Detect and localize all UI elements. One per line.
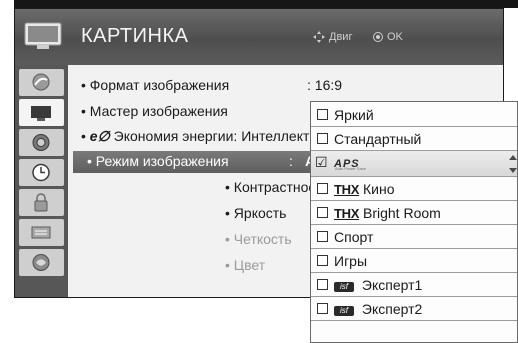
sidebar-item-options[interactable] [19,219,64,246]
top-bar [14,0,518,8]
thx-logo: THX [334,206,360,221]
sidebar-item-audio[interactable] [19,129,64,156]
picture-mode-colon: : [289,153,293,169]
menu-item-picture-wizard[interactable]: • Мастер изображения [81,103,228,119]
dropdown-option-thx-bright-room[interactable]: THX Bright Room [311,201,517,225]
menu-item-brightness[interactable]: • Яркость [225,205,286,221]
checkbox[interactable] [317,231,328,242]
scroll-arrows-icon[interactable] [509,155,517,173]
checkbox[interactable] [317,207,328,218]
ok-button-icon [373,32,383,42]
menu-item-aspect-ratio[interactable]: • Формат изображения [81,77,229,93]
picture-mode-dropdown: Яркий Стандартный ☑ APS Auto Power Save … [310,101,518,343]
checkbox-checked[interactable]: ☑ [315,154,328,171]
dropdown-option-expert1[interactable]: isf Эксперт1 [311,273,517,297]
picture-wizard-label: • Мастер изображения [81,103,228,119]
checkbox[interactable] [317,133,328,144]
dropdown-option-game[interactable]: Игры [311,249,517,273]
clock-icon [32,163,50,182]
page-title: КАРТИНКА [81,25,189,47]
menu-item-energy-saving[interactable]: • e∅ Экономия энергии: Интеллект [81,128,309,145]
dropdown-option-expert2[interactable]: isf Эксперт2 [311,297,517,321]
settings-icon [31,226,51,239]
dropdown-option-aps[interactable]: ☑ APS Auto Power Save [311,151,517,177]
satellite-dish-icon [32,73,50,91]
aspect-ratio-value: : 16:9 [307,77,343,93]
energy-saving-label: Экономия энергии: Интеллект [113,128,310,144]
energy-bullet: • [81,128,86,144]
checkbox[interactable] [317,183,328,194]
checkbox[interactable] [317,255,328,266]
sidebar-item-time[interactable] [19,159,64,186]
dropdown-option-standard[interactable]: Стандартный [311,127,517,151]
dropdown-option-sport[interactable]: Спорт [311,225,517,249]
tv-icon [24,22,62,49]
move-hint: Двиг [329,31,353,43]
ok-hint: OK [387,31,403,43]
dropdown-option-thx-cinema[interactable]: THX Кино [311,177,517,201]
lock-icon [34,193,48,212]
menu-header: КАРТИНКА Двиг OK [15,9,503,65]
thx-logo: THX [334,182,360,197]
aps-logo: APS Auto Power Save [334,158,366,171]
checkbox[interactable] [317,279,328,290]
tv-picture-icon [31,106,51,121]
checkbox[interactable] [317,303,328,314]
sidebar-item-picture[interactable] [19,99,64,126]
menu-item-sharpness[interactable]: • Четкость [225,231,292,247]
sidebar-item-support[interactable] [19,249,64,276]
move-arrows-icon [313,31,325,43]
energy-saving-icon: e∅ [89,128,110,144]
checkbox[interactable] [317,109,328,120]
menu-item-color[interactable]: • Цвет [225,257,265,273]
support-icon [32,254,50,271]
sidebar [15,65,68,297]
speaker-icon [32,134,50,151]
aspect-ratio-label: • Формат изображения [81,77,230,93]
sidebar-item-lock[interactable] [19,189,64,216]
isf-logo: isf [334,282,354,292]
sidebar-item-channels[interactable] [19,69,64,96]
isf-logo: isf [334,306,354,316]
picture-mode-label: • Режим изображения [87,153,229,169]
dropdown-option-vivid[interactable]: Яркий [311,103,517,127]
